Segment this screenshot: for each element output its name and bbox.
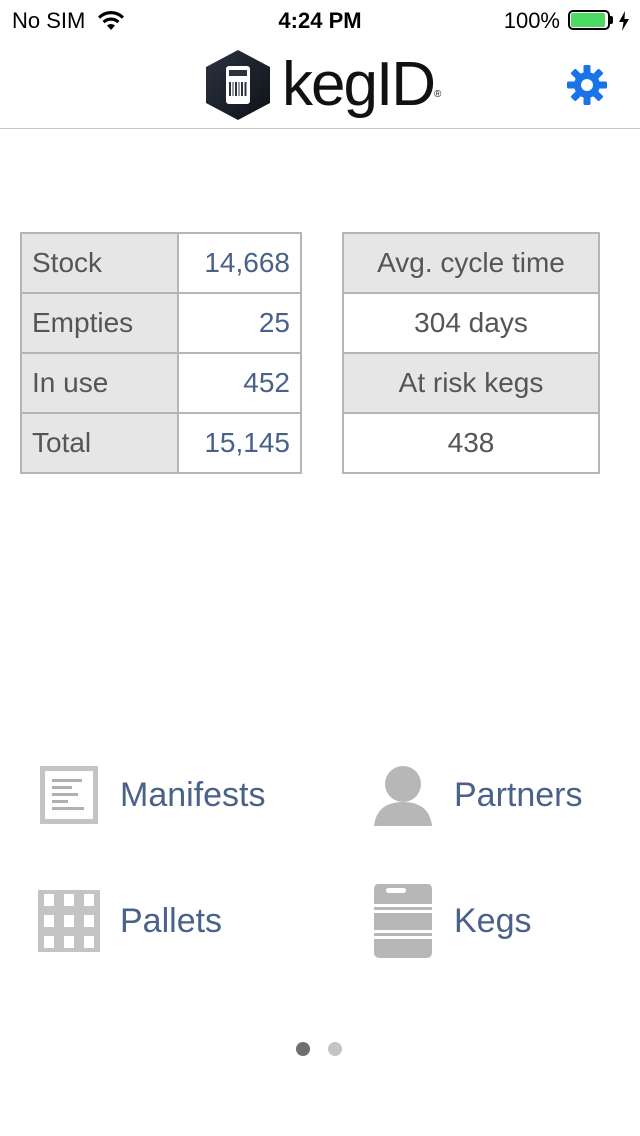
document-icon <box>40 766 98 824</box>
avg-cycle-time-value: 304 days <box>342 292 600 354</box>
kegs-button[interactable]: Kegs <box>372 882 532 960</box>
table-row: Total 15,145 <box>19 412 302 474</box>
at-risk-kegs-value: 438 <box>342 412 600 474</box>
page-indicator[interactable] <box>296 1042 360 1056</box>
table-row: Empties 25 <box>19 292 302 354</box>
empties-value: 25 <box>177 292 302 354</box>
stock-summary-table: Stock 14,668 Empties 25 In use 452 Total… <box>19 232 302 474</box>
page-dot-1[interactable] <box>296 1042 310 1056</box>
nav-bar: kegID® <box>0 40 640 129</box>
manifests-button[interactable]: Manifests <box>38 764 266 826</box>
table-row: 304 days <box>342 292 600 354</box>
person-icon <box>374 766 432 826</box>
home-screen: No SIM 4:24 PM 100% kegID® Stock 14,668 … <box>0 0 640 1136</box>
stock-label: Stock <box>19 232 180 294</box>
page-dot-2[interactable] <box>328 1042 342 1056</box>
status-bar: No SIM 4:24 PM 100% <box>0 0 640 40</box>
battery-percent: 100% <box>503 8 560 33</box>
table-row: Stock 14,668 <box>19 232 302 294</box>
logo-keg: keg <box>282 50 378 119</box>
manifests-label: Manifests <box>120 775 266 814</box>
logo-hexagon-icon <box>206 50 270 120</box>
pallets-label: Pallets <box>120 901 223 940</box>
at-risk-kegs-label: At risk kegs <box>342 352 600 414</box>
settings-gear-icon[interactable] <box>566 64 608 106</box>
table-row: Avg. cycle time <box>342 232 600 294</box>
in-use-label: In use <box>19 352 180 414</box>
empties-label: Empties <box>19 292 180 354</box>
pallets-button[interactable]: Pallets <box>38 890 222 952</box>
total-value: 15,145 <box>177 412 302 474</box>
logo-wordmark: kegID® <box>282 48 442 122</box>
table-row: 438 <box>342 412 600 474</box>
kegs-label: Kegs <box>454 901 532 940</box>
table-row: At risk kegs <box>342 352 600 414</box>
avg-cycle-time-label: Avg. cycle time <box>342 232 600 294</box>
table-row: In use 452 <box>19 352 302 414</box>
charging-bolt-icon <box>619 11 629 31</box>
partners-button[interactable]: Partners <box>372 764 583 826</box>
keg-icon <box>372 884 434 958</box>
in-use-value: 452 <box>177 352 302 414</box>
battery-icon <box>568 10 614 32</box>
stock-value: 14,668 <box>177 232 302 294</box>
metrics-table: Avg. cycle time 304 days At risk kegs 43… <box>342 232 600 474</box>
logo-registered: ® <box>433 89 442 100</box>
pallet-icon <box>38 890 100 952</box>
kegid-logo: kegID® <box>204 48 442 122</box>
logo-id: ID <box>375 50 436 119</box>
total-label: Total <box>19 412 180 474</box>
partners-label: Partners <box>454 775 583 814</box>
